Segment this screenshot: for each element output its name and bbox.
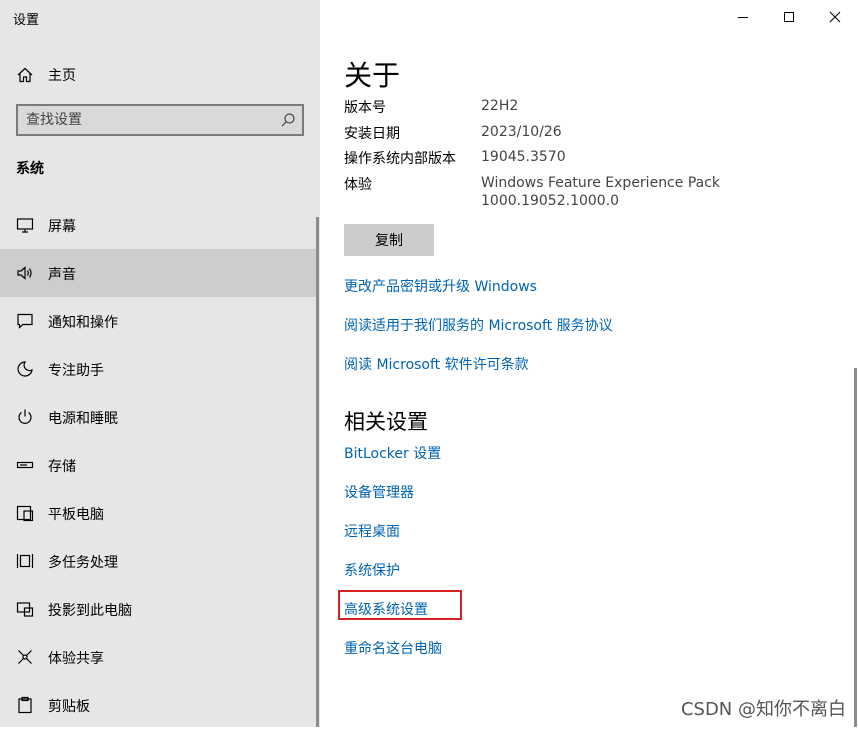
search-box xyxy=(16,104,304,136)
speaker-icon xyxy=(17,266,32,280)
sidebar-item-label: 屏幕 xyxy=(48,219,76,235)
sidebar-item-label: 投影到此电脑 xyxy=(48,603,132,619)
sidebar-nav: 屏幕 声音 通知和操作 专注助手 电源和睡眠 存储 平板电脑 多任务处理 投影到… xyxy=(0,201,320,729)
link-bitlocker-settings[interactable]: BitLocker 设置 xyxy=(344,443,441,463)
sidebar-item-label: 电源和睡眠 xyxy=(48,411,118,427)
sidebar-item-label: 通知和操作 xyxy=(48,315,118,331)
project-icon xyxy=(16,602,34,617)
sidebar-item-label: 专注助手 xyxy=(48,363,104,379)
sidebar: 设置 主页 系统 屏幕 声音 通知和操作 专注助手 xyxy=(0,0,320,727)
link-change-product-key[interactable]: 更改产品密钥或升级 Windows xyxy=(344,276,537,296)
info-key-os-build: 操作系统内部版本 xyxy=(344,151,456,167)
info-value-os-build: 19045.3570 xyxy=(481,149,566,165)
close-icon xyxy=(829,11,841,23)
clipboard-icon xyxy=(18,696,32,714)
app-title: 设置 xyxy=(13,13,40,28)
sidebar-item-power[interactable]: 电源和睡眠 xyxy=(0,393,316,441)
sidebar-scrollbar[interactable] xyxy=(316,217,319,727)
info-value-experience-version: 1000.19052.1000.0 xyxy=(481,193,620,209)
sidebar-item-label: 体验共享 xyxy=(48,651,104,667)
link-remote-desktop[interactable]: 远程桌面 xyxy=(344,521,400,541)
info-key-version: 版本号 xyxy=(344,100,386,116)
sidebar-item-notifications[interactable]: 通知和操作 xyxy=(0,297,316,345)
sidebar-item-label: 主页 xyxy=(48,68,76,84)
share-icon xyxy=(18,650,32,664)
sidebar-item-label: 剪贴板 xyxy=(48,699,90,715)
copy-button[interactable]: 复制 xyxy=(344,224,434,256)
power-icon xyxy=(18,409,32,424)
home-icon xyxy=(17,67,33,83)
info-value-experience: Windows Feature Experience Pack xyxy=(481,175,721,191)
minimize-button[interactable] xyxy=(720,6,766,28)
sidebar-item-multitasking[interactable]: 多任务处理 xyxy=(0,537,316,585)
search-input[interactable] xyxy=(26,111,276,129)
multitask-icon xyxy=(16,554,34,568)
link-rename-pc[interactable]: 重命名这台电脑 xyxy=(344,638,442,658)
sidebar-item-clipboard[interactable]: 剪贴板 xyxy=(0,681,316,729)
page-title: 关于 xyxy=(344,59,401,92)
link-device-manager[interactable]: 设备管理器 xyxy=(344,482,414,502)
close-button[interactable] xyxy=(812,6,858,28)
sidebar-item-label: 平板电脑 xyxy=(48,507,104,523)
sidebar-item-label: 多任务处理 xyxy=(48,555,118,571)
tablet-icon xyxy=(16,505,34,522)
moon-icon xyxy=(17,361,33,377)
message-icon xyxy=(17,313,33,329)
info-value-install-date: 2023/10/26 xyxy=(481,124,562,140)
sidebar-item-storage[interactable]: 存储 xyxy=(0,441,316,489)
link-license-terms[interactable]: 阅读 Microsoft 软件许可条款 xyxy=(344,354,529,374)
link-advanced-system-settings[interactable]: 高级系统设置 xyxy=(344,599,428,619)
sidebar-item-tablet[interactable]: 平板电脑 xyxy=(0,489,316,537)
sidebar-item-focus-assist[interactable]: 专注助手 xyxy=(0,345,316,393)
monitor-icon xyxy=(16,218,34,233)
main-scrollbar[interactable] xyxy=(854,368,857,727)
sidebar-item-sound[interactable]: 声音 xyxy=(0,249,316,297)
link-system-protection[interactable]: 系统保护 xyxy=(344,560,400,580)
info-key-install-date: 安装日期 xyxy=(344,126,400,142)
sidebar-item-display[interactable]: 屏幕 xyxy=(0,201,316,249)
main-content: 关于 版本号 22H2 安装日期 2023/10/26 操作系统内部版本 190… xyxy=(320,0,858,727)
minimize-icon xyxy=(738,17,748,18)
link-services-agreement[interactable]: 阅读适用于我们服务的 Microsoft 服务协议 xyxy=(344,315,613,335)
watermark: CSDN @知你不离白 xyxy=(680,699,846,720)
sidebar-item-label: 声音 xyxy=(48,267,76,283)
search-icon[interactable] xyxy=(280,112,296,128)
sidebar-item-label: 存储 xyxy=(48,459,76,475)
sidebar-item-shared-experiences[interactable]: 体验共享 xyxy=(0,633,316,681)
maximize-icon xyxy=(784,12,794,22)
related-settings-title: 相关设置 xyxy=(344,410,428,434)
info-value-version: 22H2 xyxy=(481,98,519,114)
section-title: 系统 xyxy=(16,161,44,177)
sidebar-item-project[interactable]: 投影到此电脑 xyxy=(0,585,316,633)
info-key-experience: 体验 xyxy=(344,177,372,193)
maximize-button[interactable] xyxy=(766,6,812,28)
sidebar-item-home[interactable]: 主页 xyxy=(0,56,320,92)
storage-icon xyxy=(16,461,34,469)
